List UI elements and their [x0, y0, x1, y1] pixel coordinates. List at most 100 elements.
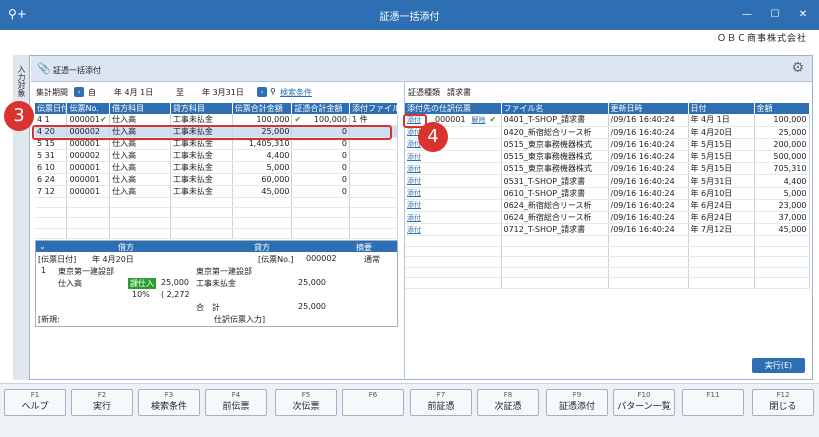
- cell-credit: 工事未払金: [170, 149, 233, 162]
- list-item[interactable]: 添付 0515_東京事務機器株式/09/16 16:40:24 年 5月15日 705…: [405, 162, 810, 176]
- fkey-button-f8[interactable]: F8 次証憑: [477, 389, 539, 416]
- maximize-button[interactable]: ☐: [768, 8, 782, 22]
- fkey-button-f3[interactable]: F3 検索条件: [138, 389, 200, 416]
- fkey-label: 実行: [92, 402, 111, 412]
- fkey-button-f4[interactable]: F4 前伝票: [205, 389, 267, 416]
- period-bar: 集計期間 ‹ 自 年 4月 1日 至 年 3月31日 › ⚲ 検索条件: [36, 85, 396, 99]
- list-item[interactable]: 添付 0624_新宿総合リース析/09/16 16:40:24 年 6月24日 37,…: [405, 211, 810, 225]
- cell-debit: 仕入高: [109, 185, 171, 198]
- table-row[interactable]: 5 31 000002 仕入高 工事未払金 4,400 0: [35, 149, 399, 162]
- cell-no: 000002: [66, 149, 111, 162]
- close-button[interactable]: ✕: [796, 8, 810, 22]
- fkey-number: F4: [231, 391, 241, 399]
- col-header[interactable]: 貸方科目: [170, 103, 233, 114]
- cell-total: 100,000: [232, 114, 293, 126]
- cell: [109, 197, 171, 209]
- fkey-button-f10[interactable]: F10 パターン一覧: [613, 389, 675, 416]
- window-title: 証憑一括添付: [379, 12, 440, 23]
- cell-file: 0420_新宿総合リース析: [501, 126, 609, 139]
- fkey-label: 検索条件: [150, 402, 187, 412]
- fkey-button-f7[interactable]: F7 前証憑: [410, 389, 472, 416]
- next-period-button[interactable]: ›: [257, 87, 267, 97]
- col-header[interactable]: 添付ファイル: [349, 103, 399, 114]
- gear-icon[interactable]: ⚙: [791, 60, 804, 76]
- cell-date: 年 5月15日: [688, 162, 755, 176]
- attach-link[interactable]: 添付: [407, 214, 421, 222]
- table-row: [35, 228, 399, 239]
- cell: [232, 197, 293, 209]
- col-header[interactable]: 更新日時: [608, 103, 689, 114]
- detail-tax-rate: 10%: [132, 290, 150, 299]
- search-conditions-link[interactable]: 検索条件: [280, 87, 312, 98]
- list-item: [405, 235, 810, 247]
- prev-period-button[interactable]: ‹: [74, 87, 84, 97]
- detail-no-label: [伝票No.]: [258, 255, 294, 264]
- cell-attach: [349, 185, 399, 198]
- col-header[interactable]: 借方科目: [109, 103, 171, 114]
- col-header[interactable]: 伝票日付: [35, 103, 68, 114]
- fkey-button-f5[interactable]: F5 次伝票: [275, 389, 337, 416]
- title-bar: ⚲+ 証憑一括添付 — ☐ ✕: [0, 0, 819, 30]
- fkey-button-f12[interactable]: F12 閉じる: [752, 389, 814, 416]
- col-header[interactable]: 添付先の仕訳伝票: [405, 103, 502, 114]
- list-item[interactable]: 添付 0531_T-SHOP_請求書/09/16 16:40:24 年 5月31日 4…: [405, 174, 810, 188]
- cell: [688, 256, 755, 268]
- evidence-type-value[interactable]: 請求書: [447, 87, 471, 98]
- check-icon: ✔: [294, 115, 302, 124]
- fkey-button-f9[interactable]: F9 証憑添付: [546, 389, 608, 416]
- attach-link[interactable]: 添付: [407, 226, 421, 234]
- table-row[interactable]: 6 10 000001 仕入高 工事未払金 5,000 0: [35, 161, 399, 174]
- list-item[interactable]: 添付 0712_T-SHOP_請求書/09/16 16:40:24 年 7月12日 4…: [405, 223, 810, 237]
- col-header[interactable]: 日付: [688, 103, 755, 114]
- detail-footer-suffix: 仕訳伝票入力]: [214, 315, 266, 324]
- attach-link[interactable]: 添付: [407, 153, 421, 161]
- list-item[interactable]: 添付 0515_東京事務機器株式/09/16 16:40:24 年 5月15日 200…: [405, 138, 810, 152]
- cell: [35, 207, 68, 219]
- cell: [232, 228, 293, 239]
- list-item[interactable]: 添付 0420_新宿総合リース析/09/16 16:40:24 年 4月20日 25,…: [405, 126, 810, 139]
- fkey-button-f6[interactable]: F6: [342, 389, 404, 416]
- attach-link[interactable]: 添付: [407, 201, 421, 209]
- detail-credit-amount: 25,000: [298, 278, 326, 287]
- cell-evid: 0: [291, 161, 350, 174]
- table-row[interactable]: 6 24 000001 仕入高 工事未払金 60,000 0: [35, 173, 399, 186]
- cell-debit: 仕入高: [109, 114, 171, 126]
- col-header[interactable]: 証憑合計金額: [291, 103, 350, 114]
- cell-attach: 添付: [405, 199, 502, 213]
- list-item[interactable]: 添付 0515_東京事務機器株式/09/16 16:40:24 年 5月15日 500…: [405, 150, 810, 164]
- cell-evid: 0: [291, 173, 350, 186]
- fkey-button-f11[interactable]: F11: [682, 389, 744, 416]
- list-item[interactable]: 添付 000001 解除 ✔ 0401_T-SHOP_請求書/09/16 16:40:2…: [405, 114, 810, 127]
- table-row[interactable]: 7 12 000001 仕入高 工事未払金 45,000 0: [35, 185, 399, 198]
- cell-amount: 100,000: [754, 114, 810, 127]
- fkey-number: F1: [30, 391, 40, 399]
- cell: [405, 277, 502, 289]
- list-item[interactable]: 添付 0624_新宿総合リース析/09/16 16:40:24 年 6月24日 23,…: [405, 199, 810, 213]
- cell-updated: /09/16 16:40:24: [608, 126, 689, 139]
- minimize-button[interactable]: —: [740, 8, 754, 22]
- col-header[interactable]: 伝票合計金額: [232, 103, 293, 114]
- collapse-icon[interactable]: ⌄: [39, 242, 46, 251]
- detail-debit-header: 借方: [118, 243, 134, 252]
- table-row[interactable]: 4 1 000001✔ 仕入高 工事未払金 100,000 ✔ 100,000 1 件: [35, 114, 399, 126]
- period-from[interactable]: 年 4月 1日: [114, 87, 153, 98]
- cell: [66, 228, 111, 239]
- cell-date: 5 31: [35, 149, 68, 162]
- cell-file: 0515_東京事務機器株式: [501, 138, 609, 152]
- fkey-button-f1[interactable]: F1 ヘルプ: [4, 389, 66, 416]
- release-link[interactable]: 解除: [472, 116, 486, 124]
- col-header[interactable]: 金額: [754, 103, 810, 114]
- period-to-prefix: 至: [176, 88, 184, 97]
- col-header[interactable]: ファイル名: [501, 103, 609, 114]
- fkey-button-f2[interactable]: F2 実行: [71, 389, 133, 416]
- attach-link[interactable]: 添付: [407, 165, 421, 173]
- attach-link[interactable]: 添付: [407, 177, 421, 185]
- cell: [232, 207, 293, 219]
- cell: [170, 207, 233, 219]
- list-item[interactable]: 添付 0610_T-SHOP_請求書/09/16 16:40:24 年 6月10日 5…: [405, 187, 810, 200]
- attach-link[interactable]: 添付: [407, 189, 421, 197]
- execute-button[interactable]: 実行(E): [752, 358, 805, 373]
- cell-updated: /09/16 16:40:24: [608, 114, 689, 127]
- period-to[interactable]: 年 3月31日: [202, 87, 244, 98]
- col-header[interactable]: 伝票No.: [66, 103, 111, 114]
